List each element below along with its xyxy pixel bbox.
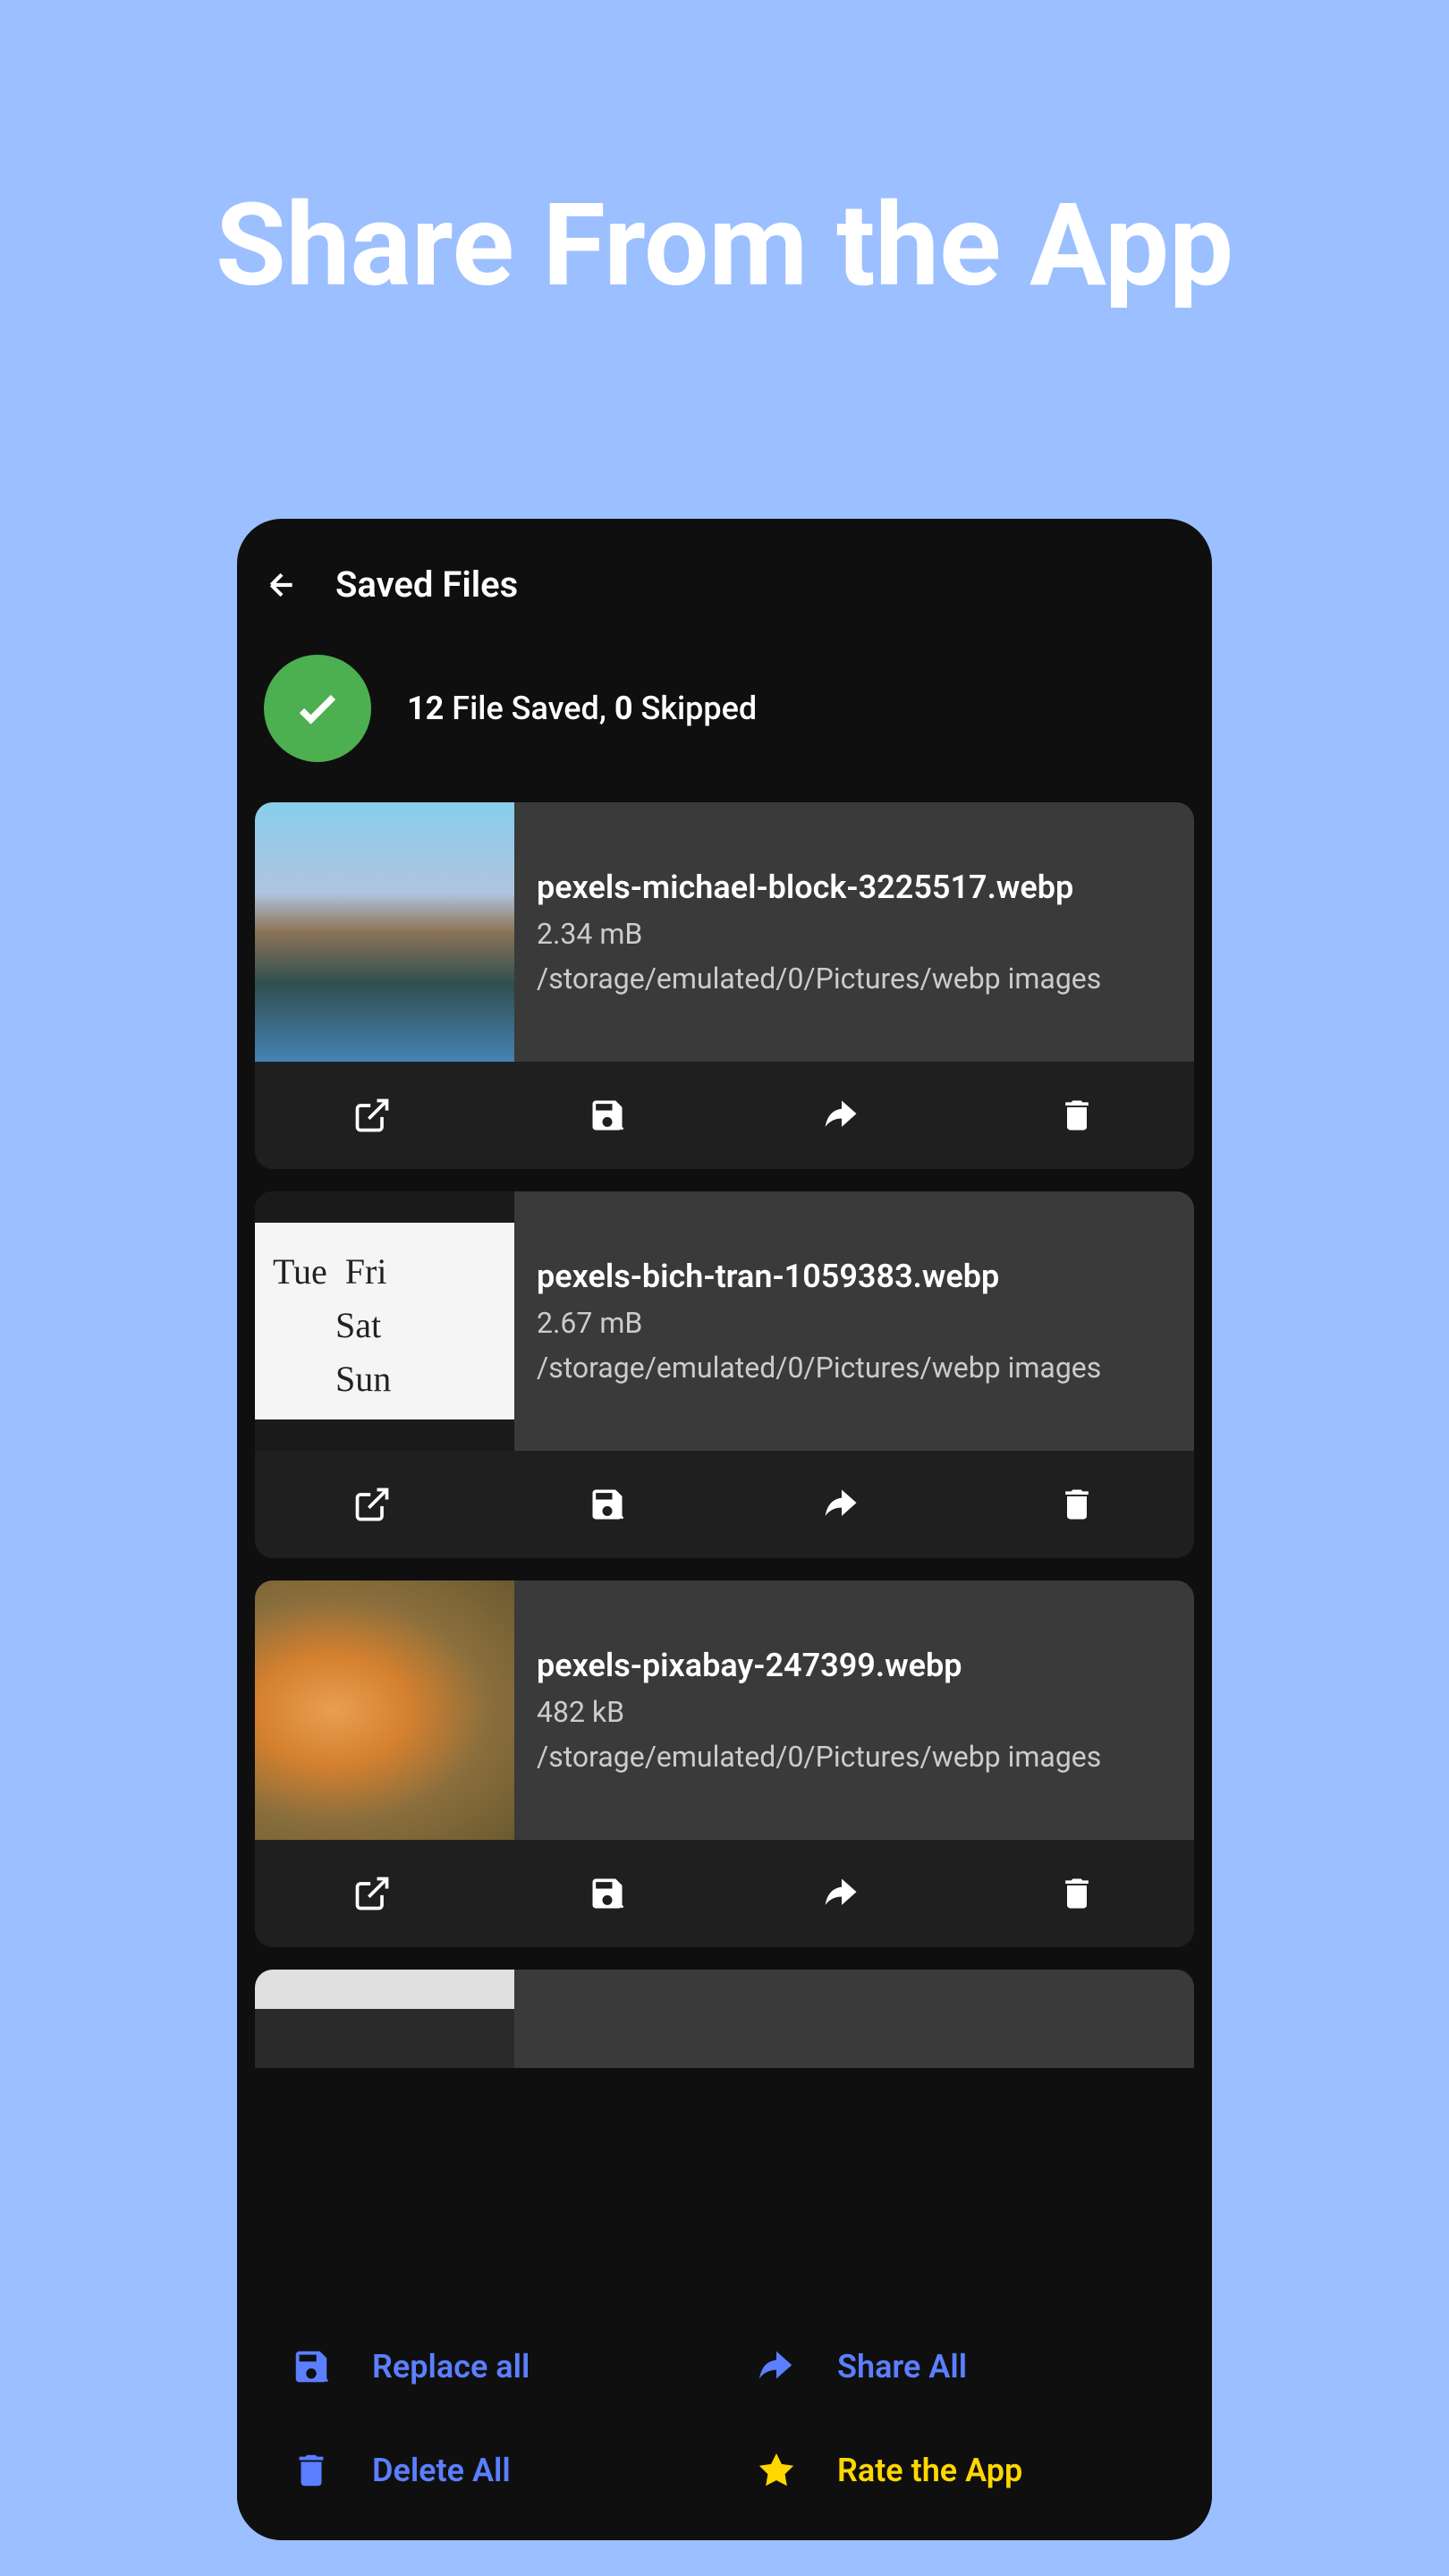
file-name: pexels-pixabay-247399.webp xyxy=(537,1647,1172,1684)
open-external-button[interactable] xyxy=(255,1062,490,1169)
file-content[interactable]: pexels-bich-tran-1059383.webp 2.67 mB /s… xyxy=(255,1191,1194,1451)
file-actions-row xyxy=(255,1062,1194,1169)
save-edit-button[interactable] xyxy=(490,1840,725,1947)
status-summary: 12 File Saved, 0 Skipped xyxy=(237,632,1212,784)
delete-button[interactable] xyxy=(960,1840,1195,1947)
file-actions-row xyxy=(255,1840,1194,1947)
share-button[interactable] xyxy=(724,1451,960,1558)
phone-frame: Saved Files 12 File Saved, 0 Skipped pex… xyxy=(237,519,1212,2540)
file-content[interactable]: pexels-michael-block-3225517.webp 2.34 m… xyxy=(255,802,1194,1062)
file-info: pexels-michael-block-3225517.webp 2.34 m… xyxy=(514,802,1194,1062)
file-card: pexels-bich-tran-1059383.webp 2.67 mB /s… xyxy=(255,1191,1194,1558)
file-thumbnail xyxy=(255,802,514,1062)
file-card-partial[interactable] xyxy=(255,1970,1194,2068)
file-thumbnail xyxy=(255,1191,514,1451)
share-button[interactable] xyxy=(724,1840,960,1947)
file-actions-row xyxy=(255,1451,1194,1558)
file-path: /storage/emulated/0/Pictures/webp images xyxy=(537,1740,1172,1774)
rate-app-label: Rate the App xyxy=(837,2452,1022,2489)
file-list: pexels-michael-block-3225517.webp 2.34 m… xyxy=(237,784,1212,2306)
share-button[interactable] xyxy=(724,1062,960,1169)
open-external-button[interactable] xyxy=(255,1840,490,1947)
delete-all-label: Delete All xyxy=(372,2452,511,2489)
delete-all-button[interactable]: Delete All xyxy=(273,2436,711,2504)
marketing-title: Share From the App xyxy=(216,179,1233,313)
replace-all-button[interactable]: Replace all xyxy=(273,2333,711,2401)
bottom-action-bar: Replace all Share All Delete All Rate th… xyxy=(237,2306,1212,2540)
file-info: pexels-pixabay-247399.webp 482 kB /stora… xyxy=(514,1580,1194,1840)
save-edit-button[interactable] xyxy=(490,1451,725,1558)
delete-button[interactable] xyxy=(960,1062,1195,1169)
app-header: Saved Files xyxy=(237,519,1212,632)
saved-count: 12 xyxy=(407,690,444,727)
file-size: 482 kB xyxy=(537,1695,1172,1729)
back-arrow-icon[interactable] xyxy=(264,567,300,603)
file-path: /storage/emulated/0/Pictures/webp images xyxy=(537,1351,1172,1385)
share-all-label: Share All xyxy=(837,2348,967,2385)
open-external-button[interactable] xyxy=(255,1451,490,1558)
saved-label: File Saved, xyxy=(452,690,606,727)
file-info: pexels-bich-tran-1059383.webp 2.67 mB /s… xyxy=(514,1191,1194,1451)
delete-button[interactable] xyxy=(960,1451,1195,1558)
file-card: pexels-michael-block-3225517.webp 2.34 m… xyxy=(255,802,1194,1169)
status-text: 12 File Saved, 0 Skipped xyxy=(407,690,757,727)
file-thumbnail xyxy=(255,1580,514,1840)
rate-app-button[interactable]: Rate the App xyxy=(738,2436,1176,2504)
page-title: Saved Files xyxy=(335,564,518,606)
file-name: pexels-bich-tran-1059383.webp xyxy=(537,1258,1172,1295)
replace-all-label: Replace all xyxy=(372,2348,530,2385)
file-content[interactable]: pexels-pixabay-247399.webp 482 kB /stora… xyxy=(255,1580,1194,1840)
file-path: /storage/emulated/0/Pictures/webp images xyxy=(537,962,1172,996)
file-card: pexels-pixabay-247399.webp 482 kB /stora… xyxy=(255,1580,1194,1947)
file-thumbnail xyxy=(255,1970,514,2068)
file-size: 2.67 mB xyxy=(537,1306,1172,1340)
file-name: pexels-michael-block-3225517.webp xyxy=(537,869,1172,906)
skipped-label: Skipped xyxy=(640,690,757,727)
file-size: 2.34 mB xyxy=(537,917,1172,951)
share-all-button[interactable]: Share All xyxy=(738,2333,1176,2401)
success-check-icon xyxy=(264,655,371,762)
skipped-count: 0 xyxy=(614,690,633,727)
save-edit-button[interactable] xyxy=(490,1062,725,1169)
